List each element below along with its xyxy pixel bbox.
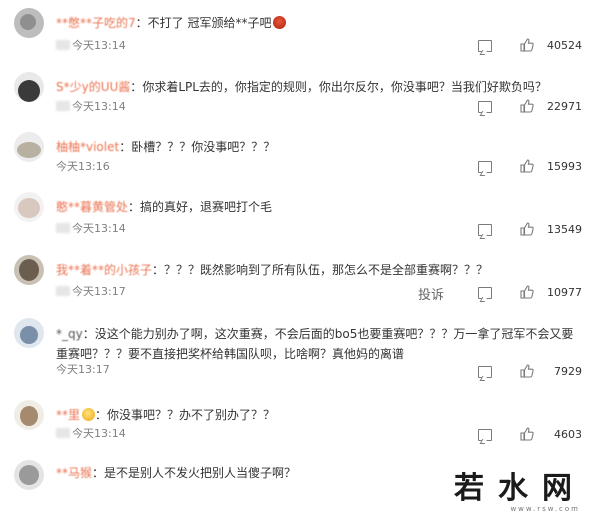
thumbs-up-icon[interactable] [520,222,534,236]
avatar[interactable] [14,192,44,222]
like-count: 13549 [547,223,582,236]
username-link[interactable]: S*少y的UU酱 [56,78,130,96]
emoji-icon [273,16,287,29]
comment-time: 今天13:17 [56,363,110,376]
reply-icon[interactable] [478,161,492,173]
comment-item: *_qy：没这个能力别办了啊，这次重赛，不会后面的bo5也要重赛吧？？？万一拿了… [0,318,600,384]
comment-item: 我**着**的小孩子：？？？既然影响到了所有队伍，那怎么不是全部重赛啊？？？ 今… [0,255,600,305]
reply-icon[interactable] [478,287,492,299]
like-count: 22971 [547,100,582,113]
comment-time: 今天13:17 [56,285,126,299]
thumbs-up-icon[interactable] [520,285,534,299]
comment-line: 我**着**的小孩子：？？？既然影响到了所有队伍，那怎么不是全部重赛啊？？？ [56,261,489,279]
avatar[interactable] [14,8,44,38]
avatar[interactable] [14,132,44,162]
comment-line: *_qy：没这个能力别办了啊，这次重赛，不会后面的bo5也要重赛吧？？？万一拿了… [56,324,582,364]
comment-line: **憋**子吃的7：不打了 冠军颁给**子吧 [56,14,586,32]
comment-line: 憨**暮黄管处：搞的真好，退赛吧打个毛 [56,198,273,216]
like-count: 4603 [554,428,582,441]
avatar[interactable] [14,255,44,285]
comment-actions: 13549 [442,222,582,239]
like-count: 15993 [547,160,582,173]
comment-actions: 4603 [442,427,582,444]
comment-list: **憋**子吃的7：不打了 冠军颁给**子吧 今天13:14 40524 S*少… [0,0,600,513]
comment-actions: 投诉 10977 [382,284,582,303]
username-link[interactable]: 柚柚*violet [56,138,119,156]
username-link[interactable]: 憨**暮黄管处 [56,198,128,216]
reply-icon[interactable] [478,366,492,378]
comment-item: **憋**子吃的7：不打了 冠军颁给**子吧 今天13:14 40524 [0,8,600,58]
thumbs-up-icon[interactable] [520,99,534,113]
report-link[interactable]: 投诉 [418,284,444,303]
comment-time: 今天13:14 [56,39,126,53]
reply-icon[interactable] [478,101,492,113]
avatar[interactable] [14,400,44,430]
comment-time: 今天13:14 [56,100,126,114]
comment-line: 柚柚*violet：卧槽？？？你没事吧？？？ [56,138,276,156]
comment-text: 卧槽？？？你没事吧？？？ [131,140,276,154]
comment-item: S*少y的UU酱：你求着LPL去的，你指定的规则，你出尔反尔，你没事吧？当我们好… [0,72,600,122]
comment-item: **里 ：你没事吧？？办不了别办了？？ 今天13:14 4603 [0,400,600,450]
watermark-url: www.rsw.com [510,505,580,513]
reply-icon[interactable] [478,40,492,52]
like-count: 7929 [554,365,582,378]
comment-text: ？？？既然影响到了所有队伍，那怎么不是全部重赛啊？？？ [164,263,489,277]
thumbs-up-icon[interactable] [520,38,534,52]
username-link[interactable]: **马猴 [56,464,92,482]
comment-actions: 7929 [442,364,582,381]
comment-actions: 22971 [442,99,582,116]
comment-time: 今天13:14 [56,222,126,236]
comment-actions: 40524 [442,38,582,55]
comment-text: 你求着LPL去的，你指定的规则，你出尔反尔，你没事吧？当我们好欺负吗？ [142,80,547,94]
comment-text: 是不是别人不发火把别人当傻子啊？ [104,466,297,480]
thumbs-up-icon[interactable] [520,364,534,378]
emoji-icon [82,408,96,421]
comment-line: S*少y的UU酱：你求着LPL去的，你指定的规则，你出尔反尔，你没事吧？当我们好… [56,78,547,96]
thumbs-up-icon[interactable] [520,427,534,441]
thumbs-up-icon[interactable] [520,159,534,173]
reply-icon[interactable] [478,429,492,441]
username-link[interactable]: **憋**子吃的7 [56,14,136,32]
comment-time: 今天13:16 [56,160,110,173]
avatar[interactable] [14,460,44,490]
watermark-logo: 若水网 [454,471,586,506]
like-count: 10977 [547,286,582,299]
comment-time: 今天13:14 [56,427,126,441]
comment-line: **里 ：你没事吧？？办不了别办了？？ [56,406,276,424]
like-count: 40524 [547,39,582,52]
username-link[interactable]: **里 [56,406,80,424]
comment-actions: 15993 [442,159,582,176]
username-link[interactable]: 我**着**的小孩子 [56,261,152,279]
comment-item: 柚柚*violet：卧槽？？？你没事吧？？？ 今天13:16 15993 [0,132,600,182]
username-link[interactable]: *_qy [56,324,83,344]
reply-icon[interactable] [478,224,492,236]
comment-item: 憨**暮黄管处：搞的真好，退赛吧打个毛 今天13:14 13549 [0,192,600,242]
comment-text: 没这个能力别办了啊，这次重赛，不会后面的bo5也要重赛吧？？？万一拿了冠军不会又… [56,327,574,361]
avatar[interactable] [14,72,44,102]
comment-text: 不打了 冠军颁给**子吧 [147,16,272,30]
avatar[interactable] [14,318,44,348]
comment-text: 搞的真好，退赛吧打个毛 [140,200,273,214]
comment-text: 你没事吧？？办不了别办了？？ [107,408,276,422]
